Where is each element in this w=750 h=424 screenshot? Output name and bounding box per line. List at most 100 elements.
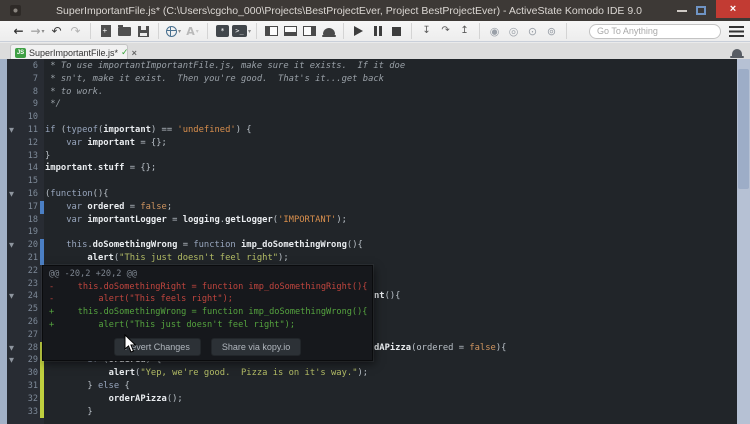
gutter-line: 8 bbox=[7, 86, 44, 99]
undo-icon[interactable]: ↶ bbox=[47, 22, 66, 40]
line-number: 25 bbox=[27, 304, 38, 315]
line-number: 27 bbox=[27, 329, 38, 340]
line-number: 17 bbox=[27, 201, 38, 212]
share-kopy-button[interactable]: Share via kopy.io bbox=[210, 337, 302, 356]
code-line[interactable]: */ bbox=[45, 98, 61, 111]
save-macro-icon[interactable]: ⊚ bbox=[542, 22, 561, 40]
toolbar-group: + bbox=[91, 23, 159, 39]
minimize-icon[interactable] bbox=[677, 9, 687, 12]
save-icon[interactable] bbox=[134, 22, 153, 40]
code-line[interactable]: } else { bbox=[45, 380, 129, 393]
fold-arrow-icon[interactable]: ▼ bbox=[9, 188, 14, 201]
code-line[interactable]: * To use importantImportantFile.js, make… bbox=[45, 60, 405, 73]
gutter-line: ▼ 29 bbox=[7, 354, 44, 368]
line-number: 8 bbox=[32, 86, 38, 97]
code-line[interactable]: var important = {}; bbox=[45, 137, 167, 150]
tab-superimportantfile[interactable]: JS SuperImportantFile.js* ✓ × bbox=[10, 44, 137, 60]
line-number: 20 bbox=[27, 240, 38, 251]
fold-arrow-icon[interactable]: ▼ bbox=[9, 124, 14, 137]
code-line[interactable]: var ordered = false; bbox=[45, 201, 172, 214]
line-number: 31 bbox=[27, 381, 38, 391]
line-number: 14 bbox=[27, 163, 38, 174]
code-line[interactable]: * sn't, make it exist. Then you're good.… bbox=[45, 73, 384, 86]
stop-icon[interactable] bbox=[387, 22, 406, 40]
gutter-line: 32 bbox=[7, 392, 44, 406]
pane-left-icon[interactable] bbox=[262, 22, 281, 40]
toolbar-group: * >_ ▾ bbox=[208, 22, 258, 40]
record-icon[interactable]: ◉ bbox=[485, 22, 504, 40]
gutter-line: 6 bbox=[7, 60, 44, 73]
vertical-scrollbar[interactable] bbox=[737, 59, 750, 424]
line-number: 11 bbox=[27, 125, 38, 135]
step-over-icon[interactable]: ↷ bbox=[436, 22, 455, 40]
code-line[interactable]: } bbox=[45, 406, 92, 419]
pane-right-icon[interactable] bbox=[300, 22, 319, 40]
play-macro-icon[interactable]: ⊙ bbox=[523, 22, 542, 40]
notification-bell-icon[interactable] bbox=[730, 49, 744, 58]
font-size-icon[interactable]: A ▾ bbox=[183, 22, 202, 40]
toolbar-group: ▾ A ▾ bbox=[159, 23, 208, 39]
titlebar: SuperImportantFile.js* (C:\Users\cgcho_0… bbox=[0, 0, 750, 21]
line-number: 16 bbox=[27, 189, 38, 199]
toolbar-group bbox=[344, 22, 413, 40]
fold-arrow-icon[interactable]: ▼ bbox=[9, 342, 14, 355]
change-marker bbox=[39, 392, 44, 406]
code-line[interactable]: } bbox=[45, 150, 50, 163]
open-folder-icon[interactable] bbox=[115, 22, 134, 40]
step-out-icon[interactable]: ↥ bbox=[455, 22, 474, 40]
maximize-icon[interactable] bbox=[696, 6, 706, 15]
go-to-anything-input[interactable] bbox=[589, 23, 721, 39]
diff-hunk-header: @@ -20,2 +20,2 @@ bbox=[49, 268, 137, 279]
scrollbar-thumb[interactable] bbox=[738, 69, 749, 189]
line-number: 13 bbox=[27, 150, 38, 161]
close-icon[interactable]: × bbox=[716, 0, 750, 18]
new-file-icon[interactable]: + bbox=[96, 22, 115, 40]
code-editor[interactable]: 6 7 8 9 10 ▼ 11 12 13 14 15 ▼ 16 17 18 19 ▼ 20 21 22 23 ▼ 24 25… bbox=[0, 59, 750, 424]
forward-icon[interactable]: → ▾ bbox=[28, 22, 47, 40]
code-line[interactable]: var importantLogger = logging.getLogger(… bbox=[45, 214, 347, 227]
tab-close-icon[interactable]: × bbox=[132, 48, 137, 58]
lamp-icon[interactable] bbox=[319, 22, 338, 40]
code-line[interactable]: * to work. bbox=[45, 86, 103, 99]
gutter-line: 12 bbox=[7, 137, 44, 150]
step-in-icon[interactable]: ↧ bbox=[417, 22, 436, 40]
code-line[interactable]: this.doSomethingWrong = function imp_doS… bbox=[45, 239, 363, 252]
code-line[interactable]: alert("Yep, we're good. Pizza is on it's… bbox=[45, 367, 369, 380]
fold-arrow-icon[interactable]: ▼ bbox=[9, 290, 14, 303]
code-line-tail[interactable]: nt(){ bbox=[374, 290, 400, 303]
gutter-line: 14 bbox=[7, 162, 44, 175]
left-splitter[interactable] bbox=[0, 59, 7, 424]
fold-arrow-icon[interactable]: ▼ bbox=[9, 239, 14, 252]
macro-icon[interactable]: * bbox=[213, 22, 232, 40]
back-icon[interactable]: ← bbox=[9, 22, 28, 40]
toolbar-group bbox=[257, 22, 345, 40]
pane-bottom-icon[interactable] bbox=[281, 22, 300, 40]
gutter-line: 27 bbox=[7, 329, 44, 342]
run-icon[interactable] bbox=[349, 22, 368, 40]
code-line[interactable]: alert("This just doesn't feel right"); bbox=[45, 252, 288, 265]
preview-globe-icon[interactable]: ▾ bbox=[164, 22, 183, 40]
komodo-app-icon bbox=[10, 5, 21, 16]
code-line[interactable]: orderAPizza(); bbox=[45, 393, 183, 406]
redo-icon[interactable]: ↷ bbox=[66, 22, 85, 40]
line-number: 23 bbox=[27, 278, 38, 289]
code-line[interactable]: if (typeof(important) == 'undefined') { bbox=[45, 124, 252, 137]
code-line[interactable]: important.stuff = {}; bbox=[45, 162, 156, 175]
fold-arrow-icon[interactable]: ▼ bbox=[9, 354, 14, 367]
code-line-tail[interactable]: dAPizza(ordered = false){ bbox=[374, 342, 506, 355]
console-icon[interactable]: >_ ▾ bbox=[232, 22, 251, 40]
line-number: 15 bbox=[27, 176, 38, 187]
code-line[interactable]: (function(){ bbox=[45, 188, 109, 201]
change-marker bbox=[39, 380, 44, 393]
line-number: 30 bbox=[27, 368, 38, 379]
line-number: 22 bbox=[27, 265, 38, 276]
stop-record-icon[interactable]: ◎ bbox=[504, 22, 523, 40]
line-number: 24 bbox=[27, 291, 38, 302]
unified-menu-icon[interactable] bbox=[729, 25, 744, 37]
line-number: 7 bbox=[32, 73, 38, 84]
pause-icon[interactable] bbox=[368, 22, 387, 40]
gutter-line: 7 bbox=[7, 73, 44, 86]
gutter-line: ▼ 16 bbox=[7, 188, 44, 201]
line-number: 18 bbox=[27, 214, 38, 225]
gutter-line: 18 bbox=[7, 214, 44, 227]
